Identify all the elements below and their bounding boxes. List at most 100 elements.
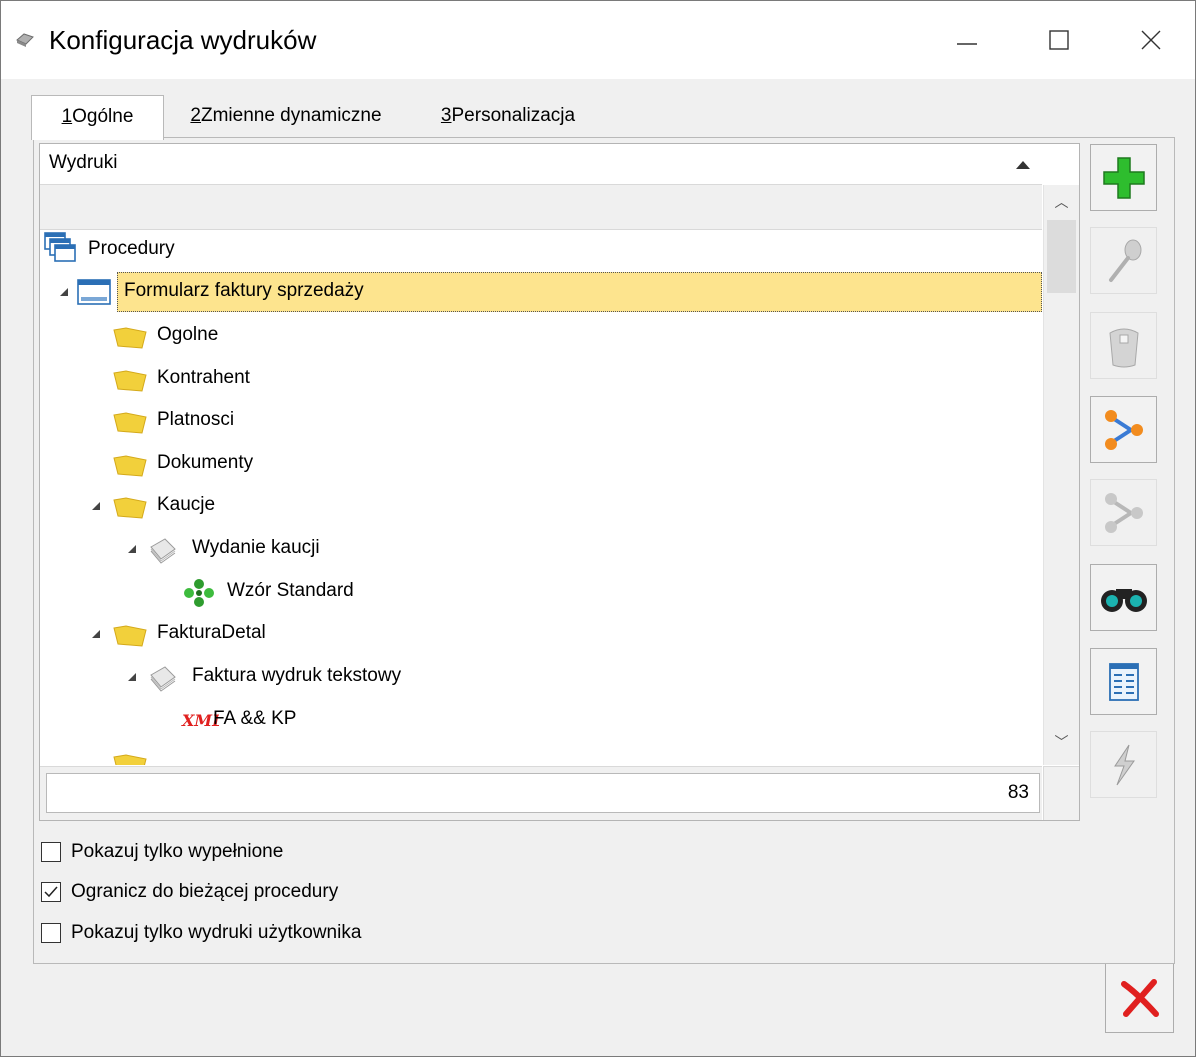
app-icon	[16, 33, 34, 47]
properties-button[interactable]	[1090, 648, 1157, 715]
windows-icon	[44, 232, 76, 262]
tree-row[interactable]: Procedury	[40, 230, 1042, 270]
checkbox-label: Ogranicz do bieżącej procedury	[71, 881, 339, 902]
scrollbar-thumb[interactable]	[1047, 220, 1076, 293]
tab-accelerator: 3	[440, 105, 452, 126]
tree-item-label: Wydanie kaucji	[192, 537, 320, 558]
window-title: Konfiguracja wydruków	[49, 25, 317, 55]
checkbox-box[interactable]	[41, 842, 61, 862]
spoon-icon	[1108, 239, 1141, 282]
scroll-up-icon[interactable]: ︿	[1053, 193, 1070, 210]
clover-icon	[184, 579, 214, 607]
tree-row[interactable]: Platnosci	[40, 401, 1042, 441]
collapse-icon	[92, 502, 100, 510]
tab-ogolne[interactable]: 1Ogólne	[31, 95, 164, 140]
maximize-icon	[1049, 30, 1069, 50]
tree-item-label: Faktura wydruk tekstowy	[192, 665, 402, 686]
tree-row-partial	[40, 743, 1042, 765]
close-icon	[1141, 30, 1161, 50]
folder-icon	[113, 754, 147, 765]
tree-item-label: Ogolne	[157, 324, 219, 345]
folder-icon	[113, 412, 147, 434]
folder-icon	[113, 370, 147, 392]
tab-label: Personalizacja	[451, 105, 576, 126]
tree-row[interactable]: XML FA && KP	[40, 700, 1042, 740]
collapse-icon	[128, 673, 136, 681]
add-button[interactable]	[1090, 144, 1157, 211]
tree-item-label: FakturaDetal	[157, 622, 266, 643]
tree-item-label: Platnosci	[157, 409, 235, 430]
pages-icon	[150, 666, 176, 692]
collapse-icon	[128, 545, 136, 553]
tab-personalizacja[interactable]: 3Personalizacja	[428, 95, 588, 137]
tree-view[interactable]: Procedury Formularz faktury sprzedaży Og…	[40, 230, 1042, 765]
checkbox-box[interactable]	[41, 923, 61, 943]
show-filled-only-checkbox[interactable]: Pokazuj tylko wypełnione	[41, 839, 283, 865]
tree-item-label: Kaucje	[157, 494, 216, 515]
tab-accelerator: 2	[190, 105, 201, 126]
column-header-label: Wydruki	[49, 152, 118, 173]
tree-row[interactable]: Kontrahent	[40, 359, 1042, 399]
show-user-prints-only-checkbox[interactable]: Pokazuj tylko wydruki użytkownika	[41, 920, 361, 946]
copy-disabled-button[interactable]	[1090, 479, 1157, 546]
filter-row[interactable]	[40, 185, 1042, 230]
folder-icon	[113, 455, 147, 477]
molecule-gray-icon	[1104, 492, 1143, 533]
preview-button[interactable]	[1090, 564, 1157, 631]
tree-row[interactable]: Dokumenty	[40, 444, 1042, 484]
tree-row-selected[interactable]: Formularz faktury sprzedaży	[40, 272, 1042, 312]
red-x-icon	[1120, 979, 1159, 1017]
edit-button[interactable]	[1090, 227, 1157, 294]
tree-row[interactable]: Kaucje	[40, 486, 1042, 526]
folder-icon	[113, 327, 147, 349]
plus-icon	[1102, 156, 1145, 199]
checkbox-label: Pokazuj tylko wypełnione	[71, 841, 284, 862]
tree-row[interactable]: Faktura wydruk tekstowy	[40, 657, 1042, 697]
maximize-button[interactable]	[1027, 15, 1091, 65]
tab-accelerator: 1	[61, 106, 73, 127]
title-bar[interactable]: Konfiguracja wydruków	[1, 1, 1195, 79]
checkbox-label: Pokazuj tylko wydruki użytkownika	[71, 922, 362, 943]
delete-button[interactable]	[1090, 312, 1157, 379]
lightning-icon	[1113, 744, 1135, 785]
limit-to-current-procedure-checkbox[interactable]: Ogranicz do bieżącej procedury	[41, 879, 338, 905]
trash-icon	[1108, 328, 1139, 367]
tab-label: Ogólne	[72, 106, 134, 127]
grid-footer-corner	[1043, 766, 1079, 820]
checkbox-box[interactable]	[41, 882, 61, 902]
tree-row[interactable]: Wydanie kaucji	[40, 529, 1042, 569]
binoculars-icon	[1100, 588, 1147, 612]
tree-row[interactable]: FakturaDetal	[40, 614, 1042, 654]
minimize-button[interactable]	[935, 15, 999, 65]
tree-item-label: Dokumenty	[157, 452, 254, 473]
tree-item-label: FA && KP	[213, 708, 297, 729]
sort-ascending-icon	[1016, 161, 1030, 169]
checkmark-icon	[44, 886, 58, 898]
copy-button[interactable]	[1090, 396, 1157, 463]
folder-icon	[113, 497, 147, 519]
tree-row[interactable]: Wzór Standard	[40, 572, 1042, 612]
close-dialog-button[interactable]	[1105, 963, 1174, 1033]
tree-item-label: Kontrahent	[157, 367, 250, 388]
tab-zmienne-dynamiczne[interactable]: 2Zmienne dynamiczne	[176, 95, 396, 137]
record-count: 83	[46, 773, 1040, 813]
folder-icon	[113, 625, 147, 647]
tree-row[interactable]: Ogolne	[40, 316, 1042, 356]
close-window-button[interactable]	[1119, 15, 1183, 65]
collapse-icon	[60, 288, 68, 296]
tree-item-label: Formularz faktury sprzedaży	[124, 280, 364, 301]
run-button[interactable]	[1090, 731, 1157, 798]
vertical-scrollbar[interactable]: ︿ ﹀	[1043, 185, 1079, 765]
scroll-down-icon[interactable]: ﹀	[1053, 733, 1070, 750]
form-icon	[77, 279, 111, 305]
column-header[interactable]: Wydruki	[40, 144, 1042, 185]
collapse-icon	[92, 630, 100, 638]
tab-label: Zmienne dynamiczne	[200, 105, 382, 126]
grid-footer: 83	[40, 766, 1042, 820]
tree-item-label: Procedury	[88, 238, 175, 259]
pages-icon	[150, 538, 176, 564]
molecule-icon	[1104, 409, 1143, 450]
minimize-icon	[957, 43, 977, 45]
prints-grid[interactable]: Wydruki Procedury Formularz faktury sprz…	[39, 143, 1080, 821]
form-list-icon	[1108, 662, 1139, 701]
